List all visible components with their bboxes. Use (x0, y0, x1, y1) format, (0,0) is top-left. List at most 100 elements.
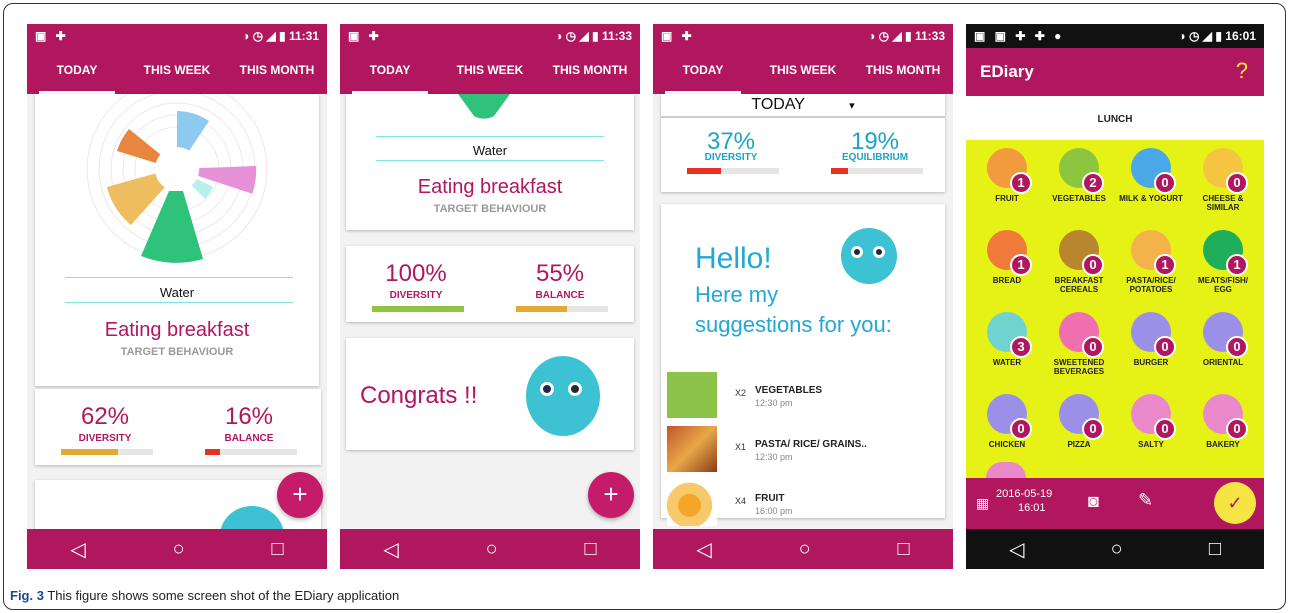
tab-this-week[interactable]: THIS WEEK (127, 48, 227, 94)
category-count-badge: 1 (1226, 254, 1248, 276)
status-bar: ▣ ✚ ◑ ◷ ◢ ▮ 11:33 (653, 24, 953, 48)
category-count-badge: 0 (1082, 336, 1104, 358)
app-title: EDiary (980, 62, 1034, 81)
category-tile[interactable]: 0 BREAKFAST CEREALS (1046, 230, 1112, 294)
suggestion-item[interactable]: X1 PASTA/ RICE/ GRAINS.. 12:30 pm (667, 426, 947, 478)
target-behaviour-title: Eating breakfast (417, 176, 563, 198)
suggestion-qty: X1 (735, 442, 747, 452)
home-icon[interactable]: ○ (486, 538, 498, 561)
status-icons-right: ◑ ◷ ◢ ▮ (868, 29, 912, 43)
balance-percent: 16% (224, 403, 274, 430)
category-icon: 0 (1059, 230, 1104, 276)
back-icon[interactable]: ◁ (70, 537, 85, 562)
category-tile[interactable]: 0 SWEETENED BEVERAGES (1046, 312, 1112, 376)
category-label: PASTA/RICE/ POTATOES (1126, 276, 1176, 294)
status-bar: ▣ ▣ ✚ ✚ ● ◑ ◷ ◢ ▮ 16:01 (966, 24, 1264, 48)
home-icon[interactable]: ○ (799, 538, 811, 561)
back-icon[interactable]: ◁ (696, 537, 711, 562)
category-icon: 1 (987, 148, 1032, 194)
diversity-percent: 62% (80, 403, 130, 430)
hello-text: Hello! (695, 242, 772, 275)
tab-this-month[interactable]: THIS MONTH (540, 48, 640, 94)
category-label: MEATS/FISH/ EGG (1197, 276, 1249, 294)
status-icons-right: ◑ ◷ ◢ ▮ (1178, 29, 1222, 43)
category-label: WATER (992, 358, 1022, 367)
status-time: 11:33 (601, 29, 632, 43)
tab-this-week[interactable]: THIS WEEK (753, 48, 853, 94)
suggestion-item[interactable]: X4 FRUIT 16:00 pm (667, 480, 947, 532)
diversity-label: DIVERSITY (78, 433, 132, 444)
category-tile[interactable]: 0 SALTY (1118, 394, 1184, 449)
status-time: 11:33 (914, 29, 945, 43)
diversity-percent: 100% (385, 260, 447, 287)
category-tile[interactable]: 0 BURGER (1118, 312, 1184, 367)
wheel-segment-meat (458, 94, 510, 119)
category-label: VEGETABLES (1052, 194, 1106, 203)
help-icon[interactable]: ? (1236, 58, 1248, 84)
here-text: Here my (695, 282, 779, 307)
period-dropdown[interactable]: TODAY ▾ (661, 94, 945, 118)
category-count-badge: 0 (1082, 254, 1104, 276)
pencil-icon[interactable]: ✎ (1138, 490, 1153, 511)
category-icon: 0 (1059, 312, 1104, 358)
category-count-badge: 0 (1010, 418, 1032, 440)
home-icon[interactable]: ○ (1111, 538, 1123, 561)
status-icons-left: ▣ ✚ (661, 29, 695, 43)
tab-today[interactable]: TODAY (340, 48, 440, 94)
balance-label: BALANCE (224, 433, 274, 444)
tab-today[interactable]: TODAY (653, 48, 753, 94)
category-label: SALTY (1138, 440, 1164, 449)
recent-apps-icon[interactable]: □ (584, 538, 596, 561)
add-fab-button[interactable]: + (277, 472, 323, 518)
tab-this-week[interactable]: THIS WEEK (440, 48, 540, 94)
recent-apps-icon[interactable]: □ (897, 538, 909, 561)
back-icon[interactable]: ◁ (1009, 537, 1024, 562)
congrats-message: Congrats !! (360, 382, 478, 409)
category-tile[interactable]: 0 CHEESE & SIMILAR (1190, 148, 1256, 212)
category-tile[interactable]: 1 MEATS/FISH/ EGG (1190, 230, 1256, 294)
balance-bar (516, 306, 608, 312)
tab-this-month[interactable]: THIS MONTH (853, 48, 953, 94)
category-tile[interactable]: 0 ORIENTAL (1190, 312, 1256, 367)
camera-icon[interactable]: ◙ (1088, 491, 1099, 512)
category-count-badge: 0 (1154, 418, 1176, 440)
category-tile[interactable]: 0 BAKERY (1190, 394, 1256, 449)
category-count-badge: 1 (1154, 254, 1176, 276)
category-count-badge: 0 (1154, 336, 1176, 358)
suggestion-name: PASTA/ RICE/ GRAINS.. (755, 439, 867, 450)
category-icon-partial (986, 462, 1026, 478)
water-label: Water (472, 143, 508, 158)
tab-this-month[interactable]: THIS MONTH (227, 48, 327, 94)
category-tile[interactable]: 0 PIZZA (1046, 394, 1112, 449)
recent-apps-icon[interactable]: □ (1209, 538, 1221, 561)
category-tile[interactable]: 1 BREAD (974, 230, 1040, 285)
suggestion-name: FRUIT (755, 493, 785, 504)
diversity-label: DIVERSITY (389, 290, 443, 301)
category-count-badge: 0 (1154, 172, 1176, 194)
entry-time[interactable]: 16:01 (1018, 502, 1046, 514)
category-icon: 0 (987, 394, 1032, 440)
add-fab-button[interactable]: + (588, 472, 634, 518)
category-tile[interactable]: 3 WATER (974, 312, 1040, 367)
category-tile[interactable]: 0 CHICKEN (974, 394, 1040, 449)
back-icon[interactable]: ◁ (383, 537, 398, 562)
suggestion-item[interactable]: X2 VEGETABLES 12:30 pm (667, 372, 947, 424)
category-tile[interactable]: 2 VEGETABLES (1046, 148, 1112, 203)
category-icon: 0 (1203, 394, 1248, 440)
home-icon[interactable]: ○ (173, 538, 185, 561)
suggestion-name: VEGETABLES (755, 385, 823, 396)
category-tile[interactable]: 1 PASTA/RICE/ POTATOES (1118, 230, 1184, 294)
category-tile[interactable]: 1 FRUIT (974, 148, 1040, 203)
calendar-icon[interactable]: ▦ (976, 495, 989, 512)
balance-bar (205, 449, 297, 455)
android-navbar: ◁ ○ □ (653, 529, 953, 569)
category-count-badge: 0 (1226, 172, 1248, 194)
recent-apps-icon[interactable]: □ (271, 538, 283, 561)
vegetables-thumbnail (667, 372, 717, 418)
entry-date[interactable]: 2016-05-19 (996, 488, 1052, 500)
tab-today[interactable]: TODAY (27, 48, 127, 94)
confirm-button[interactable]: ✓ (1214, 482, 1256, 524)
status-time: 16:01 (1225, 29, 1256, 43)
diversity-bar (61, 449, 153, 455)
category-tile[interactable]: 0 MILK & YOGURT (1118, 148, 1184, 203)
